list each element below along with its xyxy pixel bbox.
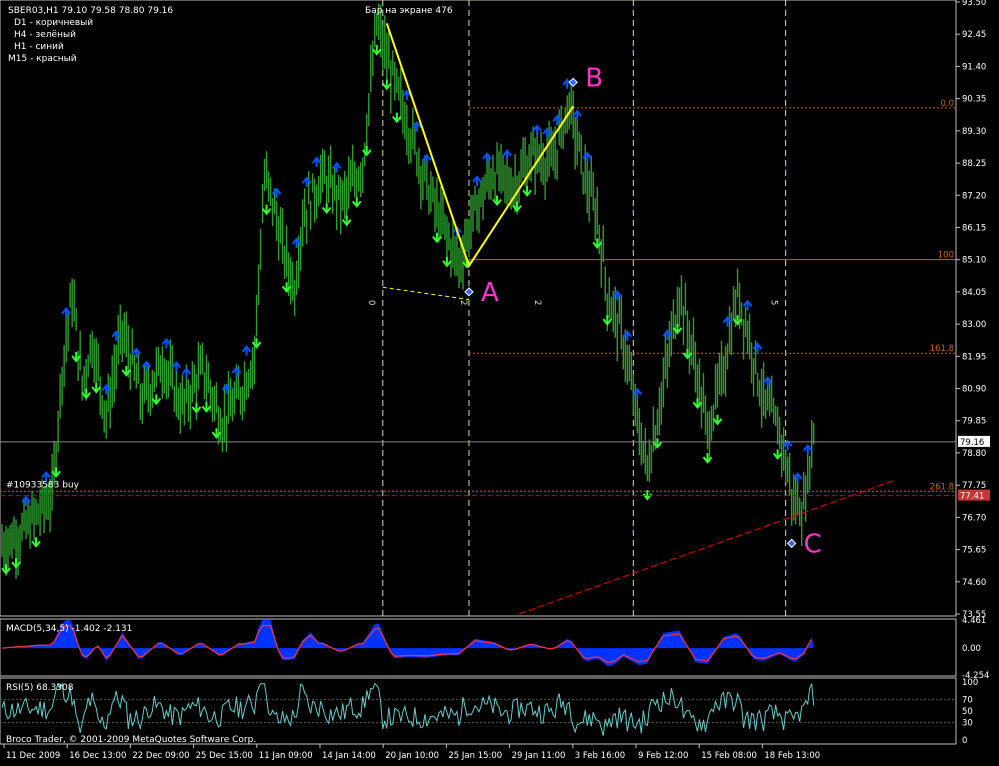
price-tick-label: 75.65 [962,546,986,556]
bid-badge-text: 79.16 [960,438,984,448]
price-axis: 93.50 92.45 91.40 90.35 89.30 88.25 87.20 86.15… [956,0,986,620]
time-tick-label: 20 Jan 10:00 [385,751,439,761]
time-tick-label: 29 Jan 11:00 [512,751,566,761]
time-tick-label: 16 Dec 13:00 [69,751,126,761]
price-tick-label: 90.35 [962,95,986,105]
price-tick-label: 80.90 [962,385,986,395]
time-tick-label: 9 Feb 12:00 [638,751,688,761]
rsi-panel[interactable]: RSI(5) 68.3308 100 70 50 30 0 Broco Trader, … [0,677,978,746]
price-panel-frame [0,0,957,617]
legend-item-d1: D1 - коричневый [14,18,93,28]
price-tick-label: 89.30 [962,127,986,137]
price-tick-label: 76.70 [962,513,986,523]
legend-item-m15: M15 - красный [8,54,77,64]
rsi-tick-label: 100 [962,678,978,688]
rsi-tick-label: 50 [962,707,973,717]
price-tick-label: 91.40 [962,62,986,72]
time-axis: 11 Dec 2009 16 Dec 13:00 22 Dec 09:00 25 De… [3,744,820,761]
time-tick-label: 11 Dec 2009 [6,751,60,761]
time-tick-label: 14 Jan 14:00 [322,751,376,761]
order-badge-text: 77.41 [960,492,984,502]
price-tick-label: 86.15 [962,223,986,233]
time-tick-label: 25 Dec 15:00 [196,751,253,761]
macd-tick-label: 0.00 [962,644,981,654]
price-tick-label: 81.95 [962,352,986,362]
fib-level-label: 261.8 [930,482,954,492]
wave-count-label: 5 [769,300,779,305]
wave-point-label: B [585,63,603,93]
time-tick-label: 18 Feb 13:00 [764,751,820,761]
rsi-title: RSI(5) 68.3308 [6,683,74,693]
fib-level-label: 0.0 [940,99,954,109]
chart-canvas[interactable]: 0.0 100 161.8 261.8 A B C 0 2 2 5 SBER03,H1 79.1… [0,0,999,766]
price-panel[interactable]: 0.0 100 161.8 261.8 A B C 0 2 2 5 SBER03,H1 79.1… [0,0,957,617]
rsi-axis: 100 70 50 30 0 [962,678,978,746]
fib-level-label: 100 [938,251,954,261]
wave-point-label: A [481,278,499,308]
macd-axis: 4.4610.00-4.254 [962,616,989,681]
symbol-info: SBER03,H1 79.10 79.58 78.80 79.16 [8,6,173,16]
price-tick-label: 83.00 [962,320,986,330]
bars-on-screen: Бар на экране 476 [365,6,453,16]
rsi-tick-label: 70 [962,695,973,705]
macd-tick-label: 4.461 [962,616,986,626]
macd-title: MACD(5,34,5) -1.402 -2.131 [6,624,132,634]
current-price-badge: 79.16 [958,435,990,448]
time-tick-label: 25 Jan 15:00 [448,751,502,761]
legend-item-h1: H1 - синий [14,42,64,52]
price-tick-label: 87.20 [962,191,986,201]
rsi-tick-label: 0 [962,736,967,746]
rsi-tick-label: 30 [962,719,973,729]
order-price-badge: 77.41 [958,489,990,502]
price-tick-label: 78.80 [962,449,986,459]
price-tick-label: 92.45 [962,30,986,40]
legend-item-h4: H4 - зелёный [14,30,76,40]
wave-point-label: C [804,529,822,559]
order-label: #10933583 buy [6,481,80,491]
time-tick-label: 3 Feb 16:00 [575,751,625,761]
price-tick-label: 84.05 [962,288,986,298]
time-tick-label: 11 Jan 09:00 [259,751,313,761]
price-tick-label: 74.60 [962,578,986,588]
macd-panel[interactable]: MACD(5,34,5) -1.402 -2.131 4.4610.00-4.2… [0,616,989,681]
wave-count-label: 0 [366,300,376,305]
trading-terminal-chart: 0.0 100 161.8 261.8 A B C 0 2 2 5 SBER03,H1 79.1… [0,0,999,766]
copyright: Broco Trader, © 2001-2009 MetaQuotes Sof… [6,735,256,745]
price-tick-label: 85.10 [962,256,986,266]
wave-count-label: 2 [458,300,468,305]
price-tick-label: 88.25 [962,159,986,169]
time-tick-label: 15 Feb 08:00 [701,751,757,761]
time-tick-label: 22 Dec 09:00 [132,751,189,761]
price-tick-label: 93.50 [962,0,986,8]
fib-level-label: 161.8 [930,344,954,354]
wave-count-label: 2 [532,300,542,305]
price-tick-label: 79.85 [962,417,986,427]
